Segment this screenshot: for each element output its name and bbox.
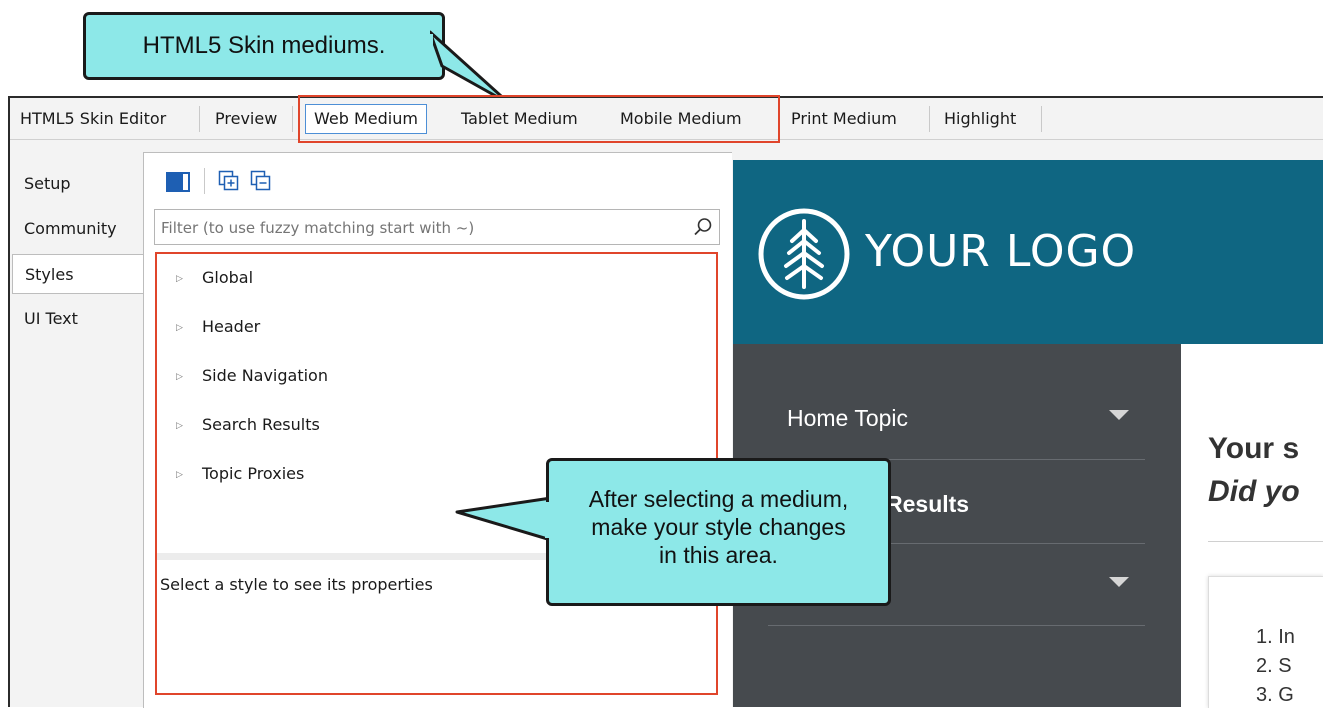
tab-html5-skin-editor[interactable]: HTML5 Skin Editor: [12, 104, 174, 134]
filter-field[interactable]: [154, 209, 720, 245]
mediums-highlight-box: [298, 95, 780, 143]
callout-line: make your style changes: [591, 514, 846, 540]
nav-item-results[interactable]: Results: [886, 491, 969, 518]
filter-input[interactable]: [159, 215, 683, 241]
tab-highlight[interactable]: Highlight: [936, 104, 1024, 134]
nav-item-home-topic[interactable]: Home Topic: [787, 405, 908, 432]
search-icon[interactable]: [693, 217, 713, 237]
callout-mediums-text: HTML5 Skin mediums.: [142, 32, 386, 59]
side-tab-setup[interactable]: Setup: [12, 164, 142, 204]
tab-print-medium[interactable]: Print Medium: [783, 104, 905, 134]
nav-divider: [768, 625, 1145, 626]
tab-separator: [929, 106, 930, 132]
tab-preview[interactable]: Preview: [207, 104, 285, 134]
list-item: 2. S: [1256, 655, 1292, 677]
side-tab-ui-text[interactable]: UI Text: [12, 299, 142, 339]
callout-line: After selecting a medium,: [588, 486, 849, 512]
tab-separator: [199, 106, 200, 132]
chevron-down-icon[interactable]: [1109, 577, 1129, 589]
toolbar-divider: [204, 168, 205, 194]
side-tab-styles[interactable]: Styles: [12, 254, 144, 294]
tab-separator: [292, 106, 293, 132]
main-divider: [1208, 541, 1323, 542]
callout-mediums: HTML5 Skin mediums.: [83, 12, 445, 80]
tab-separator: [1041, 106, 1042, 132]
callout-styles-pointer: [455, 496, 553, 542]
chevron-down-icon[interactable]: [1109, 410, 1129, 422]
toggle-pane-icon[interactable]: [166, 172, 190, 192]
list-item: 3. G: [1256, 684, 1294, 706]
list-item: 1. In: [1256, 626, 1295, 648]
expand-all-icon[interactable]: [218, 170, 240, 192]
logo-text: YOUR LOGO: [865, 226, 1137, 277]
callout-line: in this area.: [659, 542, 778, 568]
side-tab-community[interactable]: Community: [12, 209, 142, 249]
main-subheading: Did yo: [1208, 475, 1300, 508]
callout-styles-area: After selecting a medium, make your styl…: [546, 458, 891, 606]
main-heading: Your s: [1208, 432, 1300, 465]
collapse-all-icon[interactable]: [250, 170, 272, 192]
callout-pointer-joint: [545, 502, 551, 538]
tree-logo-icon: [758, 208, 850, 300]
